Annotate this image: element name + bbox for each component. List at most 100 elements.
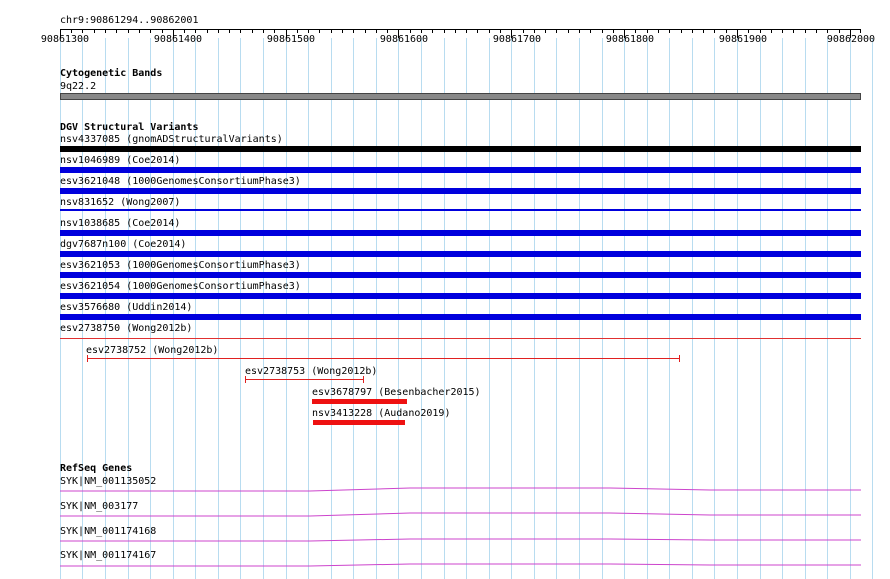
ruler-tick-label: 90861500: [266, 34, 316, 45]
grid-line: [466, 38, 467, 579]
grid-line: [827, 38, 828, 579]
variant-bar[interactable]: [312, 399, 407, 404]
variant-bar[interactable]: [60, 293, 861, 299]
variant-bar[interactable]: [60, 146, 861, 152]
variant-label: nsv1046989 (Coe2014): [60, 155, 181, 166]
ruler-tick: [827, 29, 828, 33]
grid-line: [602, 38, 603, 579]
ruler-tick: [748, 29, 749, 33]
ruler-tick: [782, 29, 783, 33]
ruler-tick: [590, 29, 591, 33]
ruler-tick: [860, 29, 861, 33]
grid-line: [850, 38, 851, 579]
genome-browser-view[interactable]: chr9:90861294..90862001 90861300 9086140…: [0, 0, 890, 579]
variant-bar[interactable]: [313, 420, 405, 425]
grid-line: [737, 38, 738, 579]
ruler-tick: [229, 29, 230, 33]
ruler-tick: [128, 29, 129, 33]
grid-line: [872, 38, 873, 579]
grid-line: [782, 38, 783, 579]
ruler-tick: [82, 29, 83, 33]
ruler-tick: [805, 29, 806, 33]
grid-line: [421, 38, 422, 579]
ruler-tick: [297, 29, 298, 33]
grid-line: [534, 38, 535, 579]
variant-span[interactable]: [245, 379, 364, 380]
variant-label: nsv1038685 (Coe2014): [60, 218, 181, 229]
grid-line: [263, 38, 264, 579]
grid-line: [353, 38, 354, 579]
ruler-tick: [240, 29, 241, 33]
ruler-tick: [263, 29, 264, 33]
ruler-axis: [60, 29, 861, 30]
grid-line: [240, 38, 241, 579]
ruler-tick: [523, 29, 524, 33]
gene-model[interactable]: [60, 536, 861, 544]
ruler-tick: [274, 29, 275, 33]
gene-model[interactable]: [60, 511, 861, 519]
ruler-tick: [816, 29, 817, 33]
ruler-tick: [714, 29, 715, 33]
ruler-tick: [207, 29, 208, 33]
grid-line: [624, 38, 625, 579]
ruler-tick-label: 90861700: [492, 34, 542, 45]
variant-bar[interactable]: [60, 314, 861, 320]
grid-line: [286, 38, 287, 579]
cytoband-label: 9q22.2: [60, 81, 97, 92]
ruler-tick: [477, 29, 478, 33]
variant-span-end: [363, 376, 364, 383]
ruler-tick: [410, 29, 411, 33]
ruler-tick: [635, 29, 636, 33]
variant-label: esv2738750 (Wong2012b): [60, 323, 193, 334]
ruler-tick-label: 90861300: [40, 34, 90, 45]
ruler-tick: [94, 29, 95, 33]
ruler-tick: [331, 29, 332, 33]
grid-line: [760, 38, 761, 579]
ruler-tick: [839, 29, 840, 33]
ruler-tick: [139, 29, 140, 33]
variant-bar[interactable]: [60, 167, 861, 173]
ruler-tick: [195, 29, 196, 33]
gene-model[interactable]: [60, 486, 861, 494]
ruler-tick: [455, 29, 456, 33]
variant-label: dgv7687n100 (Coe2014): [60, 239, 187, 250]
ruler-tick-label: 90862000: [826, 34, 876, 45]
variant-label: esv3621053 (1000GenomesConsortiumPhase3): [60, 260, 301, 271]
ruler-tick: [681, 29, 682, 33]
grid-line: [195, 38, 196, 579]
grid-line: [647, 38, 648, 579]
ruler-tick: [602, 29, 603, 33]
ruler-tick: [308, 29, 309, 33]
variant-bar[interactable]: [60, 251, 861, 257]
ruler-tick-label: 90861600: [379, 34, 429, 45]
variant-bar[interactable]: [60, 272, 861, 278]
grid-line: [376, 38, 377, 579]
grid-line: [714, 38, 715, 579]
variant-bar[interactable]: [60, 188, 861, 194]
grid-line: [669, 38, 670, 579]
ruler-tick: [489, 29, 490, 33]
ruler-tick: [444, 29, 445, 33]
variant-bar[interactable]: [60, 209, 861, 211]
variant-label: esv3621054 (1000GenomesConsortiumPhase3): [60, 281, 301, 292]
ruler-tick: [545, 29, 546, 33]
ruler-tick: [184, 29, 185, 33]
ruler-tick: [556, 29, 557, 33]
variant-separator: [60, 338, 861, 339]
variant-bar[interactable]: [60, 230, 861, 236]
ruler-tick: [105, 29, 106, 33]
refseq-track-title: RefSeq Genes: [60, 463, 133, 474]
variant-span[interactable]: [87, 358, 680, 359]
ruler-tick: [579, 29, 580, 33]
ruler-tick: [771, 29, 772, 33]
position-label: chr9:90861294..90862001: [60, 15, 199, 26]
ruler-tick: [218, 29, 219, 33]
ruler-tick: [793, 29, 794, 33]
grid-line: [444, 38, 445, 579]
cytoband-bar[interactable]: [60, 93, 861, 100]
ruler-tick: [760, 29, 761, 33]
ruler-tick: [613, 29, 614, 33]
gene-model[interactable]: [60, 561, 861, 569]
ruler-tick: [252, 29, 253, 33]
ruler-tick: [658, 29, 659, 33]
